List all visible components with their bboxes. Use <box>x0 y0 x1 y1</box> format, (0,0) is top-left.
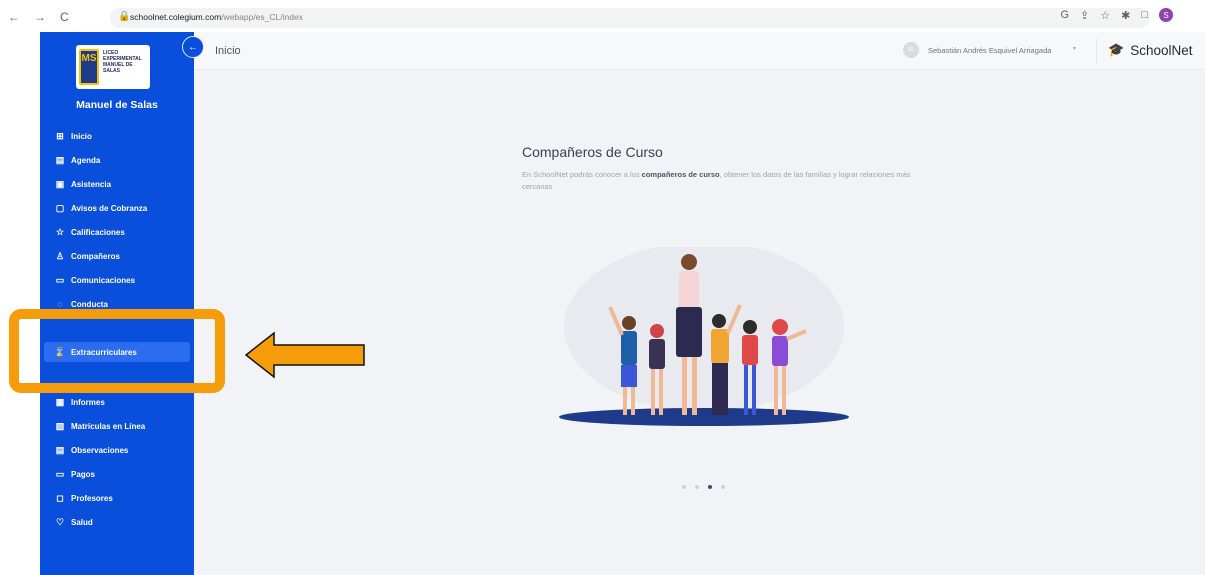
arrow-left-icon: ← <box>188 41 198 53</box>
sidebar-item-informes[interactable]: ▦ Informes <box>44 392 190 412</box>
card-icon: ▭ <box>55 468 65 479</box>
sidebar-item-avisos-de-cobranza[interactable]: ▢ Avisos de Cobranza <box>44 198 190 218</box>
url-host: schoolnet.colegium.com <box>130 12 222 22</box>
sidebar-item-companeros[interactable]: ♙ Compañeros <box>44 246 190 266</box>
sidebar-item-profesores[interactable]: ◻ Profesores <box>44 488 190 508</box>
school-logo[interactable]: MS LICEO EXPERIMENTAL MANUEL DE SALAS <box>76 45 150 89</box>
brand-name: SchoolNet <box>1130 42 1193 58</box>
sidebar-item-pagos[interactable]: ▭ Pagos <box>44 464 190 484</box>
sidebar-item-label: Avisos de Cobranza <box>71 203 148 213</box>
carousel-dot[interactable] <box>721 485 725 489</box>
sidebar-item-observaciones[interactable]: ▤ Observaciones <box>44 440 190 460</box>
lock-icon: 🔒 <box>118 11 131 22</box>
sidebar-item-label: Agenda <box>71 155 101 165</box>
sidebar-item-label: Inicio <box>71 131 92 141</box>
slide-desc-part1: En SchoolNet podrás conocer a los <box>522 170 642 179</box>
top-header: Inicio SE Sebastián Andrés Esquivel Arri… <box>194 32 1205 70</box>
grid-icon: ⊞ <box>56 130 64 141</box>
browser-toolbar: ← → C 🔒 schoolnet.colegium.com/webapp/es… <box>0 0 1205 32</box>
brand-logo[interactable]: 🎓 SchoolNet <box>1108 42 1192 58</box>
sidebar-item-asistencia[interactable]: ▣ Asistencia <box>44 174 190 194</box>
sidebar-item-label: Informes <box>71 397 105 407</box>
attendance-icon: ▣ <box>55 178 65 189</box>
url-path: /webapp/es_CL/index <box>221 12 303 22</box>
main-content: Inicio SE Sebastián Andrés Esquivel Arri… <box>194 32 1205 575</box>
people-icon: ♙ <box>55 250 65 261</box>
carousel-dot-active[interactable] <box>708 485 712 489</box>
slide-title: Compañeros de Curso <box>522 144 663 160</box>
carousel-dots <box>682 485 725 489</box>
forward-arrow-icon[interactable]: → <box>34 10 46 24</box>
sidebar-item-label: Pagos <box>71 469 96 479</box>
sidebar-item-label: Asistencia <box>71 179 112 189</box>
google-icon[interactable]: G <box>1060 9 1069 21</box>
enrollment-icon: ▧ <box>55 420 65 431</box>
window-icon[interactable]: □ <box>1141 9 1148 21</box>
message-icon: ▭ <box>55 274 65 285</box>
page-title: Inicio <box>215 45 241 57</box>
chat-icon: ◻ <box>56 492 64 503</box>
page-margin <box>0 32 40 575</box>
billing-notice-icon: ▢ <box>55 202 65 213</box>
sidebar-item-comunicaciones[interactable]: ▭ Comunicaciones <box>44 270 190 290</box>
orange-highlight-box <box>9 309 225 393</box>
sidebar-item-label: Observaciones <box>71 445 129 455</box>
sidebar-item-label: Calificaciones <box>71 227 125 237</box>
sidebar-item-agenda[interactable]: ▤ Agenda <box>44 150 190 170</box>
students-teacher-illustration <box>559 247 849 426</box>
sidebar-item-salud[interactable]: ♡ Salud <box>44 512 190 532</box>
carousel-dot[interactable] <box>682 485 686 489</box>
address-bar[interactable]: 🔒 schoolnet.colegium.com/webapp/es_CL/in… <box>110 8 1150 28</box>
bookmark-star-icon[interactable]: ☆ <box>1100 9 1110 22</box>
browser-extension-icons: G ⇪ ☆ ✱ □ S <box>1060 8 1173 22</box>
observation-icon: ▤ <box>55 444 65 455</box>
sidebar-item-label: Compañeros <box>71 251 120 261</box>
agenda-icon: ▤ <box>55 154 65 165</box>
sidebar-item-label: Salud <box>71 517 93 527</box>
sidebar-item-matriculas-en-linea[interactable]: ▧ Matrículas en Línea <box>44 416 190 436</box>
logo-emblem: MS <box>79 49 99 85</box>
report-icon: ▦ <box>55 396 65 407</box>
back-arrow-icon[interactable]: ← <box>8 10 20 24</box>
carousel-dot[interactable] <box>695 485 699 489</box>
annotation-arrow-icon <box>244 331 365 379</box>
sidebar: MS LICEO EXPERIMENTAL MANUEL DE SALAS Ma… <box>40 32 194 575</box>
conduct-icon: ◌ <box>57 299 63 309</box>
chevron-down-icon[interactable]: ▾ <box>1073 45 1076 52</box>
profile-avatar[interactable]: S <box>1159 8 1173 22</box>
logo-text: LICEO EXPERIMENTAL MANUEL DE SALAS <box>103 50 142 74</box>
sidebar-item-inicio[interactable]: ⊞ Inicio <box>44 126 190 146</box>
school-name: Manuel de Salas <box>76 99 158 111</box>
sidebar-item-label: Matrículas en Línea <box>71 421 146 431</box>
star-icon: ☆ <box>55 226 65 237</box>
browser-nav: ← → C <box>8 10 69 24</box>
slide-description: En SchoolNet podrás conocer a los compañ… <box>522 169 942 193</box>
header-divider <box>1096 38 1097 64</box>
address-text: schoolnet.colegium.com/webapp/es_CL/inde… <box>130 12 303 22</box>
sidebar-item-label: Profesores <box>71 493 113 503</box>
extensions-puzzle-icon[interactable]: ✱ <box>1121 9 1130 22</box>
sidebar-item-label: Comunicaciones <box>71 275 136 285</box>
sidebar-collapse-button[interactable]: ← <box>182 36 204 58</box>
user-avatar[interactable]: SE <box>903 42 919 58</box>
slide-desc-bold: compañeros de curso <box>641 170 720 179</box>
sidebar-item-calificaciones[interactable]: ☆ Calificaciones <box>44 222 190 242</box>
share-icon[interactable]: ⇪ <box>1080 9 1089 22</box>
graduation-cap-icon: 🎓 <box>1108 42 1125 57</box>
sidebar-item-label: Conducta <box>71 299 108 309</box>
user-name[interactable]: Sebastián Andrés Esquivel Arriagada <box>928 46 1051 55</box>
reload-icon[interactable]: C <box>60 10 69 24</box>
heart-icon: ♡ <box>55 516 65 527</box>
